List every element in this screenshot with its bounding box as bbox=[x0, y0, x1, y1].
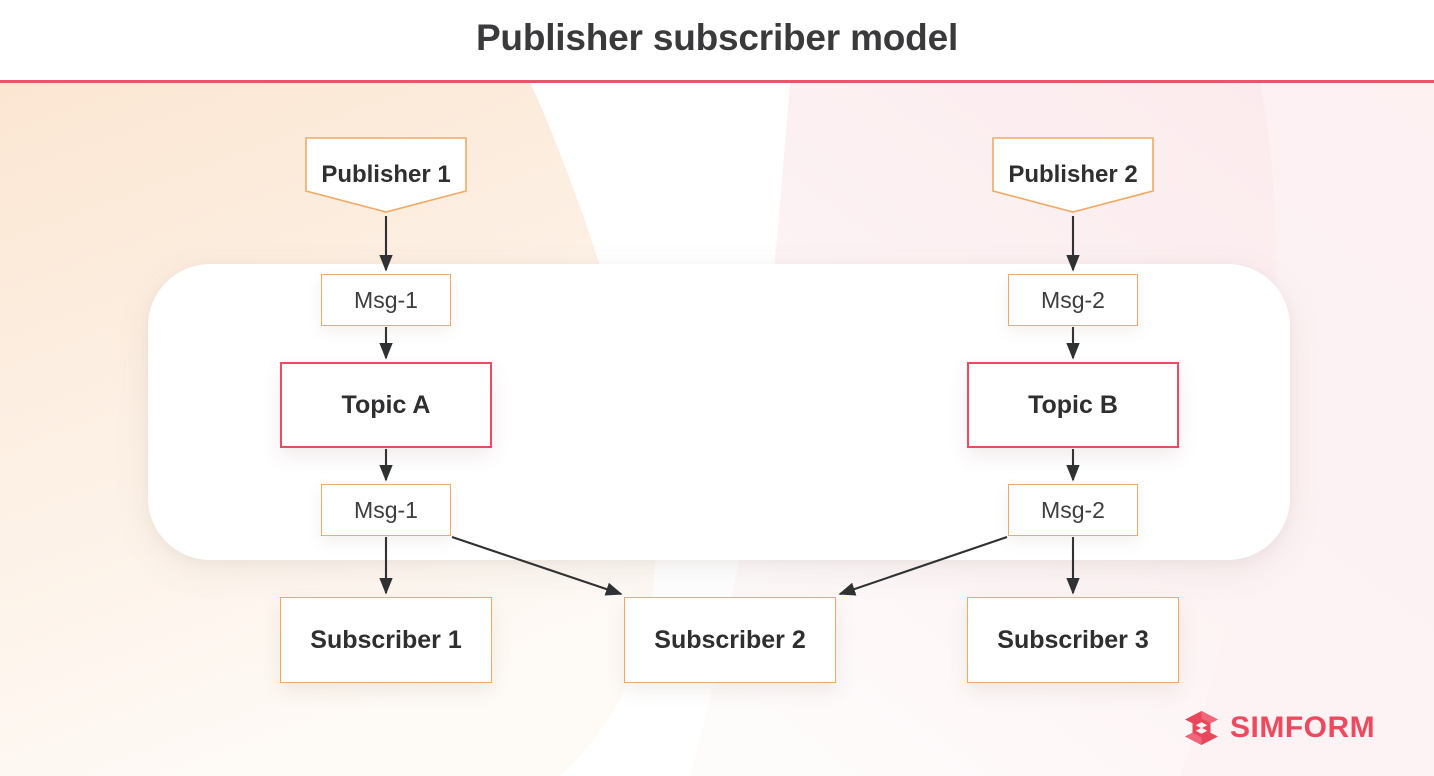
subscriber-2-label: Subscriber 2 bbox=[654, 625, 806, 654]
message-in-2-label: Msg-2 bbox=[1041, 286, 1105, 313]
message-out-1-label: Msg-1 bbox=[354, 496, 418, 523]
topic-a-node[interactable]: Topic A bbox=[280, 362, 492, 448]
message-in-2-node[interactable]: Msg-2 bbox=[1008, 274, 1138, 326]
topic-b-node[interactable]: Topic B bbox=[967, 362, 1179, 448]
simform-wordmark: SIMFORM bbox=[1230, 711, 1376, 744]
page-title: Publisher subscriber model bbox=[475, 17, 959, 58]
subscriber-3-label: Subscriber 3 bbox=[997, 625, 1149, 654]
publisher-1-node[interactable]: Publisher 1 bbox=[305, 137, 467, 213]
subscriber-2-node[interactable]: Subscriber 2 bbox=[624, 597, 836, 683]
subscriber-1-label: Subscriber 1 bbox=[310, 625, 462, 654]
subscriber-3-node[interactable]: Subscriber 3 bbox=[967, 597, 1179, 683]
header-divider bbox=[0, 80, 1434, 83]
simform-diamond-icon bbox=[1185, 711, 1218, 745]
publisher-2-node[interactable]: Publisher 2 bbox=[992, 137, 1154, 213]
publisher-1-label: Publisher 1 bbox=[321, 161, 451, 188]
publisher-2-label: Publisher 2 bbox=[1008, 161, 1138, 188]
arrow-msg1out-to-sub2 bbox=[451, 536, 623, 596]
arrow-msg2out-to-sub2 bbox=[838, 536, 1008, 596]
topic-a-label: Topic A bbox=[341, 390, 431, 419]
message-out-2-label: Msg-2 bbox=[1041, 496, 1105, 523]
message-in-1-node[interactable]: Msg-1 bbox=[321, 274, 451, 326]
message-in-1-label: Msg-1 bbox=[354, 286, 418, 313]
diagram-canvas: Publisher 1 Publisher 2 Msg-1 Msg-2 Topi… bbox=[0, 0, 1434, 776]
topic-b-label: Topic B bbox=[1028, 390, 1118, 419]
message-out-1-node[interactable]: Msg-1 bbox=[321, 484, 451, 536]
subscriber-1-node[interactable]: Subscriber 1 bbox=[280, 597, 492, 683]
simform-logo: SIMFORM bbox=[1181, 706, 1375, 750]
message-out-2-node[interactable]: Msg-2 bbox=[1008, 484, 1138, 536]
header-bar: Publisher subscriber model bbox=[0, 0, 1434, 82]
